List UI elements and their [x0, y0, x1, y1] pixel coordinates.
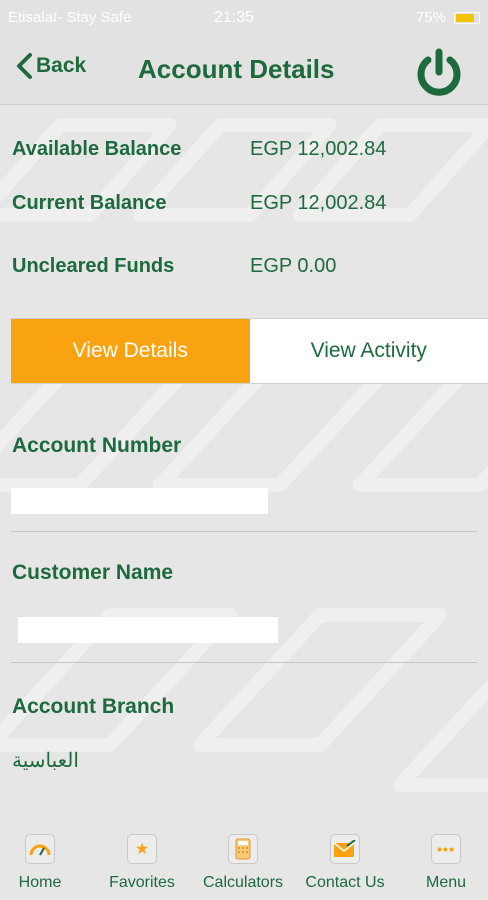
tab-menu-label: Menu [425, 874, 467, 891]
tab-contact-us[interactable]: Contact Us [298, 822, 392, 892]
account-number-label: Account Number [12, 434, 182, 457]
account-number-redacted [11, 488, 268, 514]
bottom-tab-bar: Home ★ Favorites Calculators Contact Us [0, 822, 488, 900]
status-time: 21:35 [214, 9, 255, 26]
current-balance-row: Current Balance EGP 12,002.84 [12, 188, 482, 218]
tab-calculators[interactable]: Calculators [196, 822, 290, 892]
tab-home[interactable]: Home [16, 822, 64, 892]
divider [11, 531, 477, 532]
divider [11, 662, 477, 663]
more-icon: ••• [431, 834, 461, 864]
navigation-bar: Back Account Details [0, 34, 488, 105]
status-bar: Etisalat- Stay Safe 21:35 75% [0, 0, 488, 34]
available-balance-label: Available Balance [12, 137, 182, 160]
uncleared-funds-label: Uncleared Funds [12, 254, 175, 277]
chevron-left-icon [17, 53, 32, 79]
account-branch-label: Account Branch [12, 695, 175, 718]
account-branch-value: العباسية [12, 750, 79, 772]
tab-calculators-label: Calculators [202, 874, 284, 891]
current-balance-label: Current Balance [12, 191, 167, 214]
speedometer-icon [25, 834, 55, 864]
status-indicators: 75% [416, 9, 480, 26]
tab-favorites[interactable]: ★ Favorites [103, 822, 181, 892]
calculator-icon [228, 834, 258, 864]
back-button[interactable]: Back [14, 52, 86, 80]
carrier-name: Etisalat- Stay Safe [8, 8, 132, 26]
page-title: Account Details [138, 54, 335, 84]
current-balance-value: EGP 12,002.84 [250, 191, 387, 214]
customer-name-label: Customer Name [12, 561, 174, 584]
tab-menu[interactable]: ••• Menu [422, 822, 470, 892]
tab-view-details[interactable]: View Details [11, 319, 250, 383]
uncleared-funds-row: Uncleared Funds EGP 0.00 [12, 251, 482, 281]
uncleared-funds-value: EGP 0.00 [250, 254, 337, 277]
available-balance-value: EGP 12,002.84 [250, 137, 387, 160]
back-label: Back [36, 54, 87, 77]
battery-percent: 75% [415, 9, 446, 26]
tab-home-label: Home [18, 874, 62, 891]
customer-name-redacted [18, 617, 278, 643]
battery-icon [454, 11, 480, 24]
tab-view-activity[interactable]: View Activity [249, 319, 488, 383]
detail-tabs: View Details View Activity [11, 318, 488, 384]
star-icon: ★ [127, 834, 157, 864]
available-balance-row: Available Balance EGP 12,002.84 [12, 134, 482, 164]
tab-contact-us-label: Contact Us [305, 874, 385, 891]
power-icon[interactable] [413, 47, 465, 99]
envelope-icon [330, 834, 360, 864]
tab-favorites-label: Favorites [109, 874, 175, 891]
